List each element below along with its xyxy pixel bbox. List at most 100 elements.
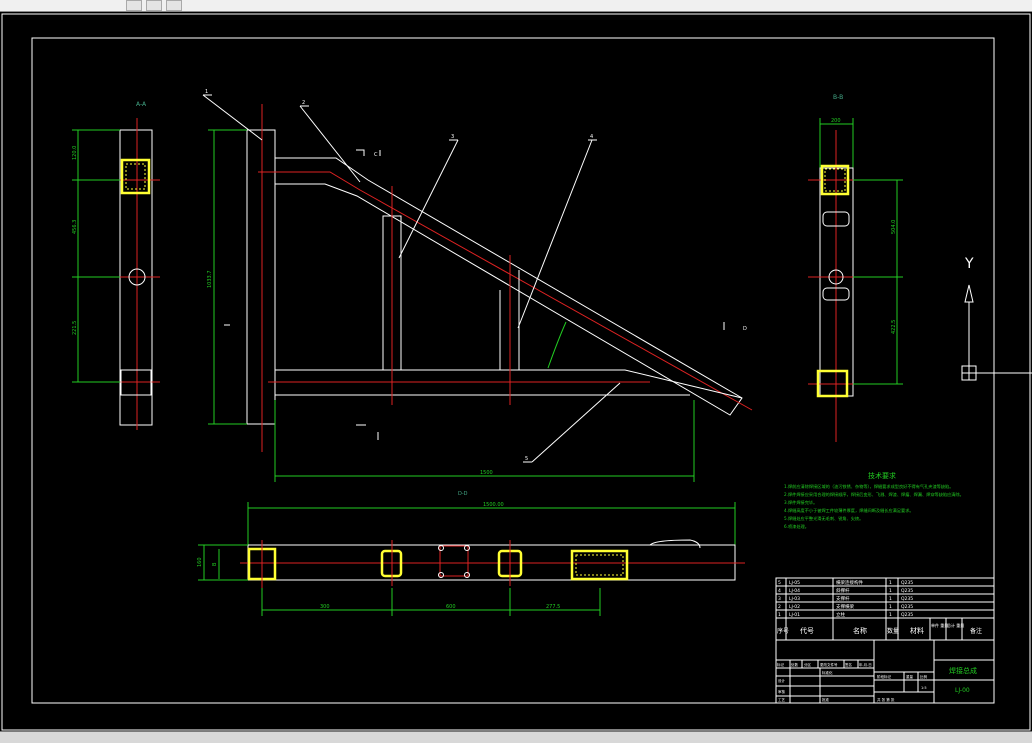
main-column — [246, 129, 276, 425]
header-qty: 数量 — [887, 627, 899, 635]
tech-requirements: 技术要求 1.焊前应清除焊接区域的（油污铁锈、杂物等），焊缝要求成型良好不得有气… — [784, 471, 964, 530]
tech-req-line-5: 5.焊缝处应平整光滑无毛刺、锐角、尖棱。 — [784, 515, 863, 522]
left-section-view: A-A 120.0 456.3 221.5 — [72, 101, 160, 430]
part-2-qty: 1 — [889, 604, 892, 610]
header-note: 备注 — [970, 627, 982, 635]
tech-req-line-1: 1.焊前应清除焊接区域的（油污铁锈、杂物等），焊缝要求成型良好不得有气孔夹渣等缺… — [784, 483, 953, 490]
part-1-no: 1 — [778, 612, 781, 618]
leader-label-4: 4 — [590, 134, 593, 140]
dim-main-height: 1033.7 — [207, 271, 213, 289]
dim-bottom-b: 600 — [446, 604, 456, 610]
part-4-material: Q235 — [901, 588, 913, 594]
drawing-title: 焊接总成 — [949, 666, 977, 675]
title-block — [775, 577, 995, 704]
right-section-view: B-B 200 504.0 422.5 — [808, 94, 903, 442]
section-mark-c: C — [374, 152, 378, 158]
sign-count: 处数 — [791, 662, 799, 667]
dim-bottom-small: B — [212, 562, 218, 566]
bottom-mount-plate — [439, 545, 469, 577]
dim-main-width: 1500 — [480, 470, 493, 476]
part-2-name: 支撑横梁 — [836, 603, 854, 610]
status-strip — [0, 731, 1032, 743]
leader-label-5: 5 — [525, 456, 528, 462]
inclined-brace — [275, 157, 743, 416]
part-4-qty: 1 — [889, 588, 892, 594]
part-4-code: LJ-04 — [789, 588, 800, 594]
tech-req-line-4: 4.焊缝高度不小于被焊工件较薄件厚度，焊缝间断及缝长应满足要求。 — [784, 507, 914, 514]
dim-bottom-a: 300 — [320, 604, 330, 610]
section-mark-d: D — [743, 326, 747, 332]
dim-left-low: 221.5 — [72, 321, 78, 335]
leader-label-2: 2 — [302, 100, 305, 106]
part-3-name: 支撑杆 — [836, 595, 850, 602]
label-weight: 重量 — [906, 674, 914, 679]
tech-req-line-2: 2.焊件焊接应采用合理的焊接顺序，焊接后变形、飞溅、焊渣、焊瘤、焊漏、焊穿等缺陷… — [784, 491, 964, 498]
sheet-outer-border — [1, 13, 1031, 731]
drawing-number: LJ-00 — [955, 687, 970, 694]
part-1-qty: 1 — [889, 612, 892, 618]
dim-bottom-total: 1500.00 — [483, 502, 504, 508]
header-weight: 单件 重量 — [931, 622, 948, 628]
bottom-view-label: D-D — [458, 491, 468, 497]
label-design: 设计 — [778, 678, 786, 683]
ucs-y-label: Y — [964, 256, 974, 272]
part-1-material: Q235 — [901, 612, 913, 618]
part-5-name: 横梁连接构件 — [836, 579, 863, 586]
header-material: 材料 — [910, 626, 924, 635]
part-3-qty: 1 — [889, 596, 892, 602]
sign-signature: 签名 — [845, 662, 852, 667]
sign-date: 年.月.日 — [859, 662, 872, 667]
dim-bottom-height: 160 — [197, 557, 203, 567]
part-3-no: 3 — [778, 596, 781, 602]
left-tube-top — [120, 158, 151, 195]
label-stage: 阶段标记 — [877, 674, 891, 679]
part-3-code: LJ-03 — [789, 596, 800, 602]
label-process: 工艺 — [778, 697, 786, 702]
header-code: 代号 — [800, 626, 814, 635]
dim-left-mid: 456.3 — [72, 220, 78, 234]
label-approve: 批准 — [822, 697, 830, 702]
tech-req-line-3: 3.焊件焊接完毕。 — [784, 499, 817, 506]
sign-zone: 分区 — [804, 662, 812, 667]
part-2-material: Q235 — [901, 604, 913, 610]
sign-change-doc: 更改文件号 — [820, 662, 838, 667]
toolbar-button-3[interactable] — [166, 0, 182, 11]
main-front-view: 1033.7 1500 C D 1 2 3 4 5 — [202, 89, 753, 482]
header-name: 名称 — [853, 626, 867, 635]
part-5-code: LJ-05 — [789, 580, 800, 586]
dim-right-width: 200 — [831, 118, 841, 124]
header-no: 序号 — [777, 627, 789, 635]
part-2-no: 2 — [778, 604, 781, 610]
ucs-icon: Y — [961, 256, 1032, 381]
dim-bottom-c: 277.5 — [546, 604, 560, 610]
left-view-label: A-A — [136, 101, 147, 108]
part-3-material: Q235 — [901, 596, 913, 602]
part-2-code: LJ-02 — [789, 604, 800, 610]
dim-right-mid: 504.0 — [891, 220, 897, 234]
dim-right-low: 422.5 — [891, 320, 897, 334]
drawing-canvas[interactable]: A-A 120.0 456.3 221.5 1033.7 1500 C D 1 … — [0, 12, 1032, 731]
leader-label-3: 3 — [451, 134, 454, 140]
tech-req-title: 技术要求 — [868, 471, 896, 480]
part-5-material: Q235 — [901, 580, 913, 586]
label-review: 审核 — [778, 689, 786, 694]
scale-value: 1:5 — [921, 686, 927, 690]
bottom-plan-view: D-D 1500.00 160 B 300 600 277.5 — [197, 491, 745, 616]
toolbar-button-1[interactable] — [126, 0, 142, 11]
sheet-row: 共 张 第 张 — [877, 697, 895, 702]
label-scale: 比例 — [920, 674, 928, 679]
sign-mark: 标记 — [777, 662, 785, 667]
toolbar-button-2[interactable] — [146, 0, 162, 11]
header-total: 总计 重量 — [947, 622, 964, 628]
part-4-name: 斜撑杆 — [836, 587, 850, 594]
label-standard: 标准化 — [822, 670, 833, 675]
part-1-name: 立柱 — [836, 611, 845, 618]
tech-req-line-6: 6.喷漆处理。 — [784, 523, 809, 530]
part-5-qty: 1 — [889, 580, 892, 586]
part-1-code: LJ-01 — [789, 612, 800, 618]
part-5-no: 5 — [778, 580, 781, 586]
right-view-label: B-B — [833, 94, 843, 101]
application-toolbar-strip — [0, 0, 1032, 12]
dim-left-top: 120.0 — [72, 146, 78, 160]
leader-label-1: 1 — [205, 89, 208, 95]
